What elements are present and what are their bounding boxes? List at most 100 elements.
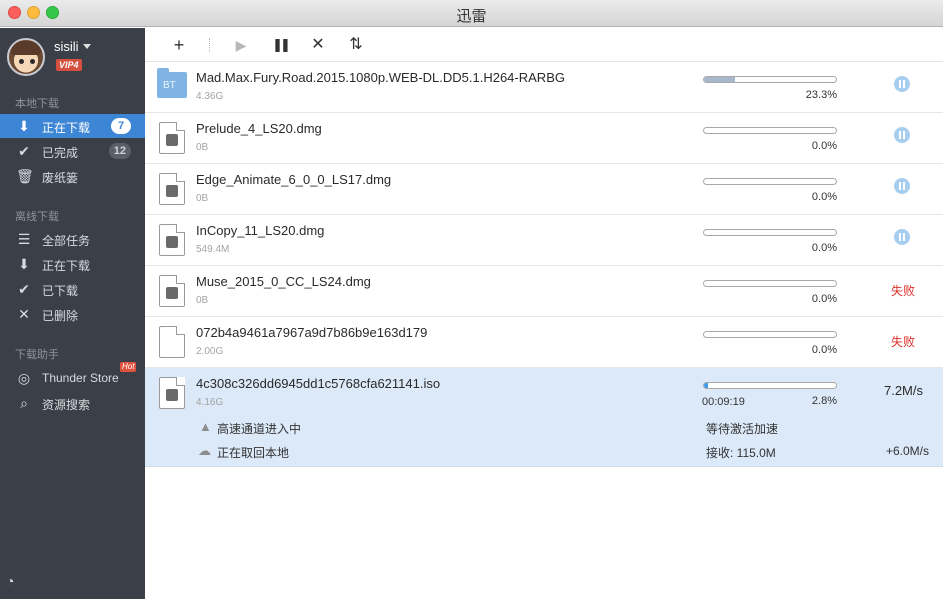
file-size: 2.00G — [196, 346, 224, 357]
bt-label: BT — [163, 80, 176, 91]
sidebar-item-resource-search[interactable]: ⌕ 资源搜索 — [0, 391, 145, 415]
username[interactable]: sisili — [54, 39, 79, 54]
file-size: 4.16G — [196, 397, 224, 408]
download-row[interactable]: Muse_2015_0_CC_LS24.dmg 0B 0.0% 失败 — [145, 266, 943, 317]
sort-icon[interactable]: ⇅ — [344, 33, 368, 57]
cloud-download-icon: ☁ — [198, 443, 211, 458]
progress-fill — [704, 383, 708, 388]
progress-bar — [703, 229, 837, 236]
high-speed-channel: 高速通道进入中 — [217, 422, 302, 436]
file-size: 0B — [196, 193, 209, 204]
file-name: Mad.Max.Fury.Road.2015.1080p.WEB-DL.DD5.… — [196, 70, 565, 85]
sidebar-item-trash[interactable]: 🗑 废纸篓 — [0, 164, 145, 188]
progress-bar — [703, 127, 837, 134]
file-name: Muse_2015_0_CC_LS24.dmg — [196, 274, 371, 289]
sidebar-item-label: 废纸篓 — [42, 171, 79, 185]
download-row-selected[interactable]: 4c308c326dd6945dd1c5768cfa621141.iso 4.1… — [145, 368, 943, 467]
file-size: 549.4M — [196, 244, 230, 255]
download-arrow-icon: ⬇ — [18, 256, 30, 272]
download-row[interactable]: BT Mad.Max.Fury.Road.2015.1080p.WEB-DL.D… — [145, 62, 943, 113]
received-amount: 接收: 115.0M — [706, 446, 776, 460]
acceleration-status: 等待激活加速 — [706, 422, 779, 436]
progress-percent: 23.3% — [805, 89, 837, 101]
sidebar-item-thunder-store[interactable]: ◎ Thunder Store Hot — [0, 362, 145, 390]
sidebar-item-label: 已下载 — [42, 284, 79, 298]
chevron-down-icon[interactable] — [83, 44, 91, 49]
download-row[interactable]: 072b4a9461a7967a9d7b86b9e163d179 2.00G 0… — [145, 317, 943, 368]
check-icon: ✔ — [18, 143, 30, 159]
file-size: 0B — [196, 295, 209, 306]
file-name: 4c308c326dd6945dd1c5768cfa621141.iso — [196, 376, 441, 391]
download-list: BT Mad.Max.Fury.Road.2015.1080p.WEB-DL.D… — [145, 62, 943, 599]
progress-bar — [703, 178, 837, 185]
file-name: Prelude_4_LS20.dmg — [196, 121, 322, 136]
pause-icon[interactable] — [894, 178, 910, 194]
sidebar-item-label: 已完成 — [42, 146, 79, 160]
sidebar-item-downloaded[interactable]: ✔ 已下载 — [0, 277, 145, 301]
pause-icon[interactable]: ❚❚ — [268, 33, 292, 57]
plus-icon[interactable]: + — [167, 33, 191, 57]
file-name: InCopy_11_LS20.dmg — [196, 223, 325, 238]
check-icon: ✔ — [18, 281, 30, 297]
play-icon[interactable]: ▶ — [229, 33, 253, 57]
download-speed: 7.2M/s — [883, 383, 923, 398]
progress-percent: 2.8% — [811, 395, 837, 407]
pause-icon[interactable] — [894, 76, 910, 92]
section-download-helper: 下载助手 — [15, 349, 59, 361]
extra-speed: +6.0M/s — [885, 444, 929, 458]
progress-percent: 0.0% — [811, 344, 837, 356]
xunlei-window: 迅雷 sisili VIP4 本地下载 ⬇ 正在下载 7 ✔ 已完成 12 🗑 … — [0, 0, 943, 599]
count-badge: 12 — [108, 143, 131, 159]
download-row[interactable]: Edge_Animate_6_0_0_LS17.dmg 0B 0.0% — [145, 164, 943, 215]
progress-bar — [703, 280, 837, 287]
download-row[interactable]: Prelude_4_LS20.dmg 0B 0.0% — [145, 113, 943, 164]
avatar[interactable] — [7, 38, 45, 76]
progress-percent: 0.0% — [811, 140, 837, 152]
avatar-hair — [11, 41, 41, 55]
sidebar-item-all-tasks[interactable]: ☰ 全部任务 — [0, 227, 145, 251]
delete-icon[interactable]: ✕ — [306, 33, 330, 57]
pause-icon[interactable] — [894, 229, 910, 245]
window-title: 迅雷 — [456, 8, 487, 25]
section-local-download: 本地下载 — [15, 98, 59, 110]
file-size: 4.36G — [196, 91, 224, 102]
avatar-eye — [30, 59, 35, 64]
failed-status[interactable]: 失败 — [891, 333, 915, 350]
compass-icon: ◎ — [17, 370, 31, 386]
sidebar-item-offline-downloading[interactable]: ⬇ 正在下载 — [0, 252, 145, 276]
progress-bar — [703, 382, 837, 389]
download-row[interactable]: InCopy_11_LS20.dmg 549.4M 0.0% — [145, 215, 943, 266]
sidebar-item-label: 正在下载 — [42, 121, 91, 135]
dmg-file-icon — [159, 173, 185, 205]
vip-badge: VIP4 — [56, 59, 82, 71]
progress-percent: 0.0% — [811, 242, 837, 254]
sidebar-item-label: 全部任务 — [42, 234, 91, 248]
section-offline-download: 离线下载 — [15, 211, 59, 223]
trash-icon: 🗑 — [16, 168, 34, 184]
download-arrow-icon: ⬇ — [18, 118, 30, 134]
count-badge: 7 — [111, 118, 131, 134]
failed-status[interactable]: 失败 — [891, 282, 915, 299]
progress-percent: 0.0% — [811, 191, 837, 203]
dmg-file-icon — [159, 122, 185, 154]
blank-file-icon — [159, 326, 185, 358]
file-name: Edge_Animate_6_0_0_LS17.dmg — [196, 172, 392, 187]
title-bar: 迅雷 — [0, 0, 943, 27]
search-icon: ⌕ — [20, 395, 28, 411]
toolbar-divider — [209, 38, 210, 52]
avatar-eye — [19, 59, 24, 64]
pause-icon[interactable] — [894, 127, 910, 143]
sidebar-item-label: 资源搜索 — [42, 398, 91, 412]
sidebar-item-deleted[interactable]: ✕ 已删除 — [0, 302, 145, 326]
dmg-file-icon — [159, 275, 185, 307]
progress-bar — [703, 331, 837, 338]
iso-file-icon — [159, 377, 185, 409]
bt-folder-icon: BT — [157, 68, 187, 98]
sidebar-item-label: 已删除 — [42, 309, 79, 323]
dmg-file-icon — [159, 224, 185, 256]
sidebar-item-downloading[interactable]: ⬇ 正在下载 7 — [0, 114, 145, 138]
sidebar-item-completed[interactable]: ✔ 已完成 12 — [0, 139, 145, 163]
speed-gauge-icon[interactable]: ◔ — [6, 573, 22, 589]
sidebar-item-label: Thunder Store — [42, 371, 119, 385]
progress-bar — [703, 76, 837, 83]
